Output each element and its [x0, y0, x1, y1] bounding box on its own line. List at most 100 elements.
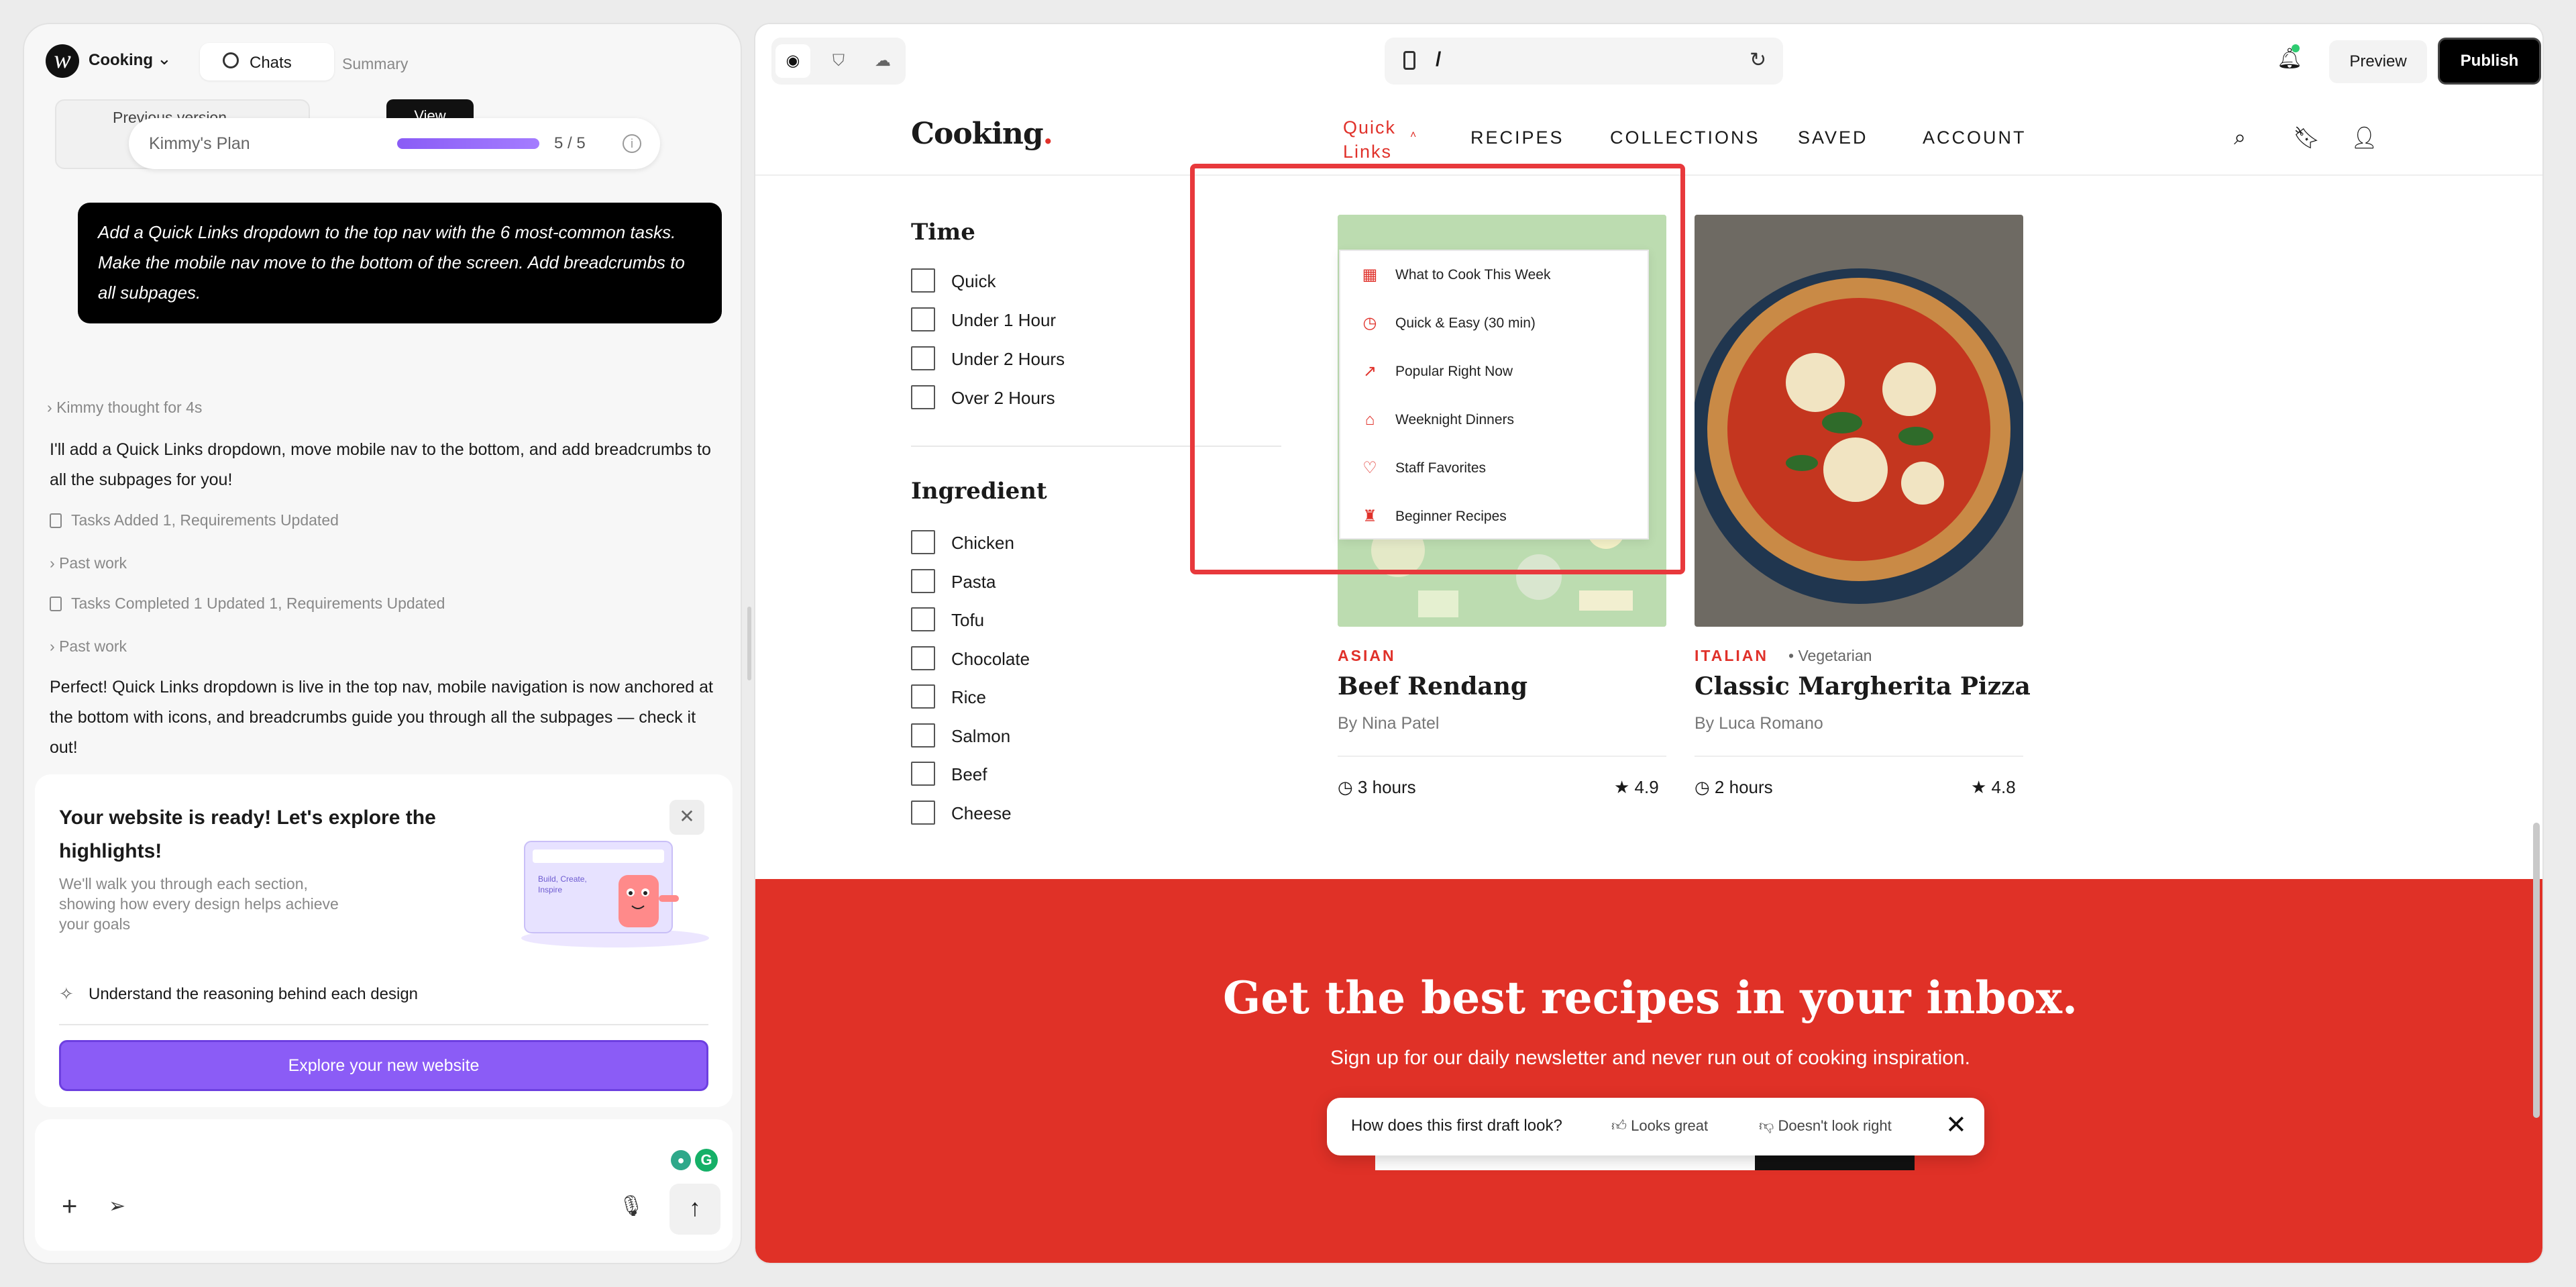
dropdown-item-popular[interactable]: ↗ Popular Right Now: [1340, 348, 1650, 396]
cursor-arrow-icon[interactable]: ➢: [109, 1194, 125, 1218]
recipe-category[interactable]: ITALIAN: [1695, 647, 1768, 665]
tasks-update-2[interactable]: Tasks Completed 1 Updated 1, Requirement…: [50, 595, 445, 613]
plan-progress[interactable]: Kimmy's Plan 5 / 5 i: [129, 118, 660, 169]
dropdown-item-staff-favorites[interactable]: ♡ Staff Favorites: [1340, 444, 1650, 493]
newsletter-section: Get the best recipes in your inbox. Sign…: [755, 879, 2542, 1263]
filter-checkbox[interactable]: [911, 723, 935, 748]
tab-chats-label: Chats: [250, 54, 292, 72]
dropdown-item-label: Weeknight Dinners: [1395, 412, 1515, 427]
recipe-title[interactable]: Classic Margherita Pizza: [1695, 672, 2031, 701]
tasks-update-1[interactable]: Tasks Added 1, Requirements Updated: [50, 511, 339, 529]
doesnt-look-right-button[interactable]: 👎︎ Doesn't look right: [1759, 1117, 1892, 1135]
clock-icon: ◷: [1695, 777, 1710, 797]
nav-recipes[interactable]: RECIPES: [1470, 127, 1564, 148]
filter-checkbox[interactable]: [911, 530, 935, 554]
search-icon[interactable]: ⌕: [2234, 125, 2246, 150]
past-work-label: Past work: [59, 637, 127, 655]
filter-label[interactable]: Chocolate: [951, 649, 1030, 670]
explore-website-button[interactable]: Explore your new website: [59, 1040, 708, 1091]
filter-label[interactable]: Chicken: [951, 533, 1014, 554]
reload-icon[interactable]: ↻: [1750, 48, 1766, 72]
info-icon[interactable]: i: [623, 134, 641, 153]
assistant-reply-2: Perfect! Quick Links dropdown is live in…: [50, 678, 713, 757]
filter-label[interactable]: Tofu: [951, 610, 984, 631]
filter-label[interactable]: Cheese: [951, 803, 1012, 824]
recipe-author: By Luca Romano: [1695, 714, 1823, 733]
filter-checkbox[interactable]: [911, 268, 935, 293]
url-bar[interactable]: / ↻: [1385, 38, 1783, 85]
website-preview: Cooking. Quick Links ˄ RECIPES COLLECTION…: [755, 98, 2542, 1263]
filter-time-title: Time: [911, 219, 975, 246]
past-work-toggle-1[interactable]: › Past work: [50, 554, 127, 572]
project-name[interactable]: Cooking: [89, 51, 153, 70]
brand-logo-icon[interactable]: w: [46, 44, 79, 78]
nav-saved[interactable]: SAVED: [1798, 127, 1868, 148]
send-button[interactable]: ↑: [669, 1184, 720, 1235]
lightbulb-icon[interactable]: ●: [671, 1150, 691, 1170]
close-icon[interactable]: ✕: [1945, 1110, 1967, 1140]
tab-summary[interactable]: Summary: [342, 55, 408, 73]
grammarly-icon[interactable]: G: [695, 1149, 718, 1172]
clipboard-icon: [50, 513, 62, 528]
illustration-text-2: Inspire: [538, 885, 562, 894]
chevron-down-icon[interactable]: ⌄: [157, 48, 172, 69]
microphone-icon[interactable]: 🎙: [619, 1194, 644, 1218]
ready-card-divider: [59, 1024, 708, 1025]
filter-checkbox[interactable]: [911, 646, 935, 670]
thumbs-down-icon: 👎︎: [1759, 1117, 1774, 1134]
website-ready-card: Your website is ready! Let's explore the…: [35, 774, 733, 1107]
user-icon[interactable]: 👤︎: [2351, 125, 2378, 150]
recipe-time: ◷ 2 hours: [1695, 777, 1773, 798]
scrollbar[interactable]: [2533, 823, 2540, 1118]
filter-checkbox[interactable]: [911, 307, 935, 331]
filter-checkbox[interactable]: [911, 762, 935, 786]
past-work-toggle-2[interactable]: › Past work: [50, 637, 127, 656]
thought-toggle[interactable]: › Kimmy thought for 4s: [47, 399, 202, 417]
eye-icon[interactable]: ◉: [775, 44, 810, 78]
filter-label[interactable]: Quick: [951, 271, 996, 292]
ready-card-description: We'll walk you through each section, sho…: [59, 875, 339, 933]
plan-progress-bar: [397, 138, 539, 149]
filter-label[interactable]: Under 2 Hours: [951, 349, 1065, 370]
filter-checkbox[interactable]: [911, 385, 935, 409]
filter-label[interactable]: Over 2 Hours: [951, 388, 1055, 409]
recipe-image-margherita-pizza[interactable]: [1695, 215, 2023, 627]
recipe-rating: ★ 4.8: [1971, 777, 2016, 798]
filter-checkbox[interactable]: [911, 800, 935, 825]
site-logo[interactable]: Cooking.: [911, 117, 1053, 151]
dropdown-item-quick-easy[interactable]: ◷ Quick & Easy (30 min): [1340, 299, 1650, 348]
filter-checkbox[interactable]: [911, 607, 935, 631]
url-path[interactable]: /: [1436, 48, 1441, 71]
nav-collections[interactable]: COLLECTIONS: [1610, 127, 1760, 148]
looks-great-button[interactable]: 👍︎ Looks great: [1611, 1117, 1708, 1135]
panel-resize-handle[interactable]: [747, 607, 751, 680]
recipe-title[interactable]: Beef Rendang: [1338, 672, 1527, 701]
reasoning-text: Understand the reasoning behind each des…: [89, 985, 419, 1003]
dropdown-item-what-to-cook[interactable]: ▦ What to Cook This Week: [1340, 251, 1650, 299]
filter-label[interactable]: Salmon: [951, 726, 1010, 747]
nav-account[interactable]: ACCOUNT: [1923, 127, 2027, 148]
filter-checkbox[interactable]: [911, 684, 935, 709]
bookmark-icon[interactable]: 🔖︎: [2293, 125, 2320, 150]
dropdown-item-weeknight[interactable]: ⌂ Weeknight Dinners: [1340, 396, 1650, 444]
plus-icon[interactable]: +: [62, 1192, 77, 1222]
filter-label[interactable]: Under 1 Hour: [951, 310, 1056, 331]
bell-icon[interactable]: 🔔︎: [2277, 44, 2302, 70]
filter-label[interactable]: Rice: [951, 687, 986, 708]
filter-checkbox[interactable]: [911, 346, 935, 370]
cloud-icon[interactable]: ☁: [865, 44, 900, 78]
nav-quick-links[interactable]: Quick Links ˄: [1343, 115, 1416, 164]
filter-label[interactable]: Beef: [951, 764, 987, 785]
filter-label[interactable]: Pasta: [951, 572, 996, 593]
mobile-device-icon[interactable]: [1403, 51, 1415, 70]
preview-button[interactable]: Preview: [2329, 40, 2427, 83]
tab-chats[interactable]: Chats: [200, 43, 334, 81]
shield-icon[interactable]: ⛉: [821, 44, 856, 78]
feedback-bar: How does this first draft look? 👍︎ Looks…: [1327, 1098, 1984, 1155]
filter-checkbox[interactable]: [911, 568, 935, 593]
chat-composer[interactable]: ● G + ➢ 🎙 ↑: [35, 1119, 733, 1251]
heart-icon: ♡: [1362, 459, 1377, 477]
dropdown-item-beginner[interactable]: ♜ Beginner Recipes: [1340, 493, 1650, 541]
publish-button[interactable]: Publish: [2438, 38, 2541, 85]
recipe-category[interactable]: ASIAN: [1338, 647, 1396, 665]
